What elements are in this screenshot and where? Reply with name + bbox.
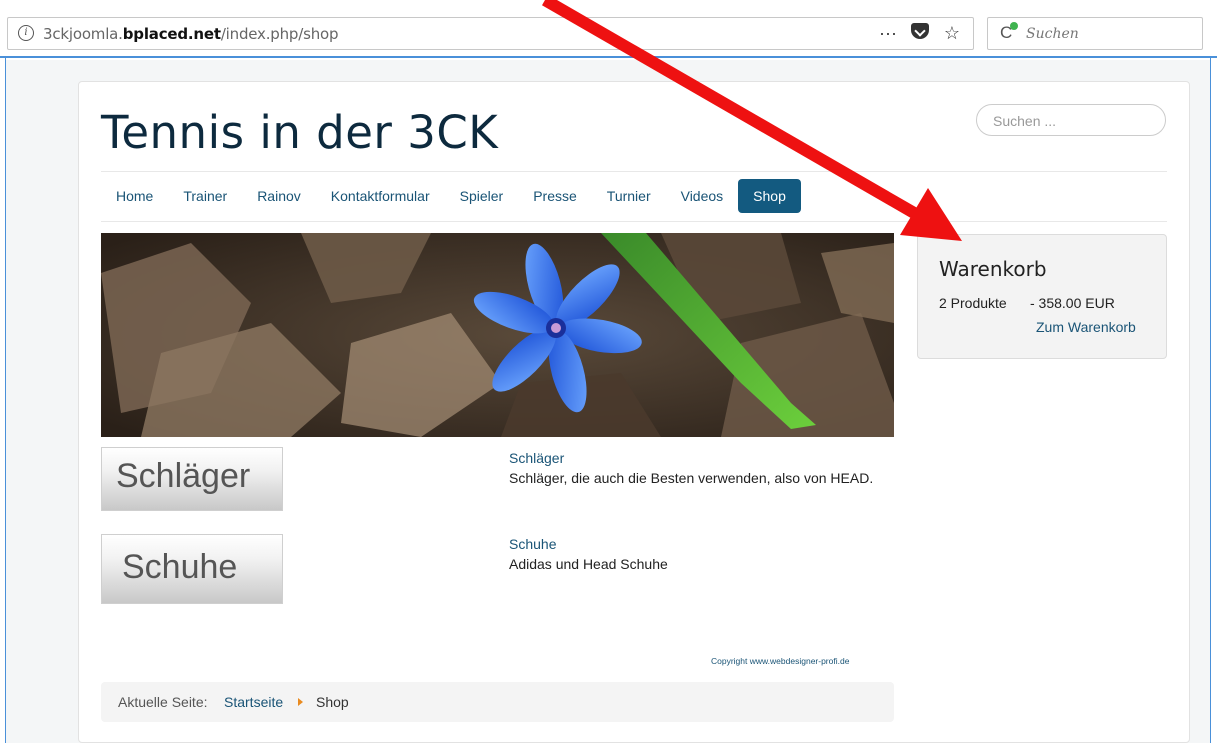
more-actions-icon[interactable]: ··· — [877, 23, 899, 44]
cart-product-count: 2 Produkte — [939, 295, 1007, 311]
view-cart-link[interactable]: Zum Warenkorb — [1036, 319, 1136, 335]
nav-item-trainer[interactable]: Trainer — [168, 179, 242, 213]
nav-item-shop[interactable]: Shop — [738, 179, 801, 213]
pocket-icon[interactable] — [909, 23, 931, 44]
browser-search-placeholder: Suchen — [1026, 26, 1079, 42]
bookmark-star-icon[interactable]: ☆ — [941, 23, 963, 44]
nav-item-turnier[interactable]: Turnier — [592, 179, 666, 213]
url-text[interactable]: 3ckjoomla.bplaced.net/index.php/shop — [43, 25, 338, 43]
browser-toolbar: i 3ckjoomla.bplaced.net/index.php/shop ·… — [0, 0, 1217, 58]
breadcrumb-separator-icon — [298, 698, 303, 706]
header-divider — [101, 171, 1167, 172]
nav-divider — [101, 221, 1167, 222]
category-link-schuhe[interactable]: Schuhe — [509, 536, 556, 552]
breadcrumb-home-link[interactable]: Startseite — [224, 694, 283, 710]
nav-item-videos[interactable]: Videos — [666, 179, 739, 213]
category-link-schlaeger[interactable]: Schläger — [509, 450, 564, 466]
banner-flower-photo — [101, 233, 894, 437]
nav-item-spieler[interactable]: Spieler — [445, 179, 519, 213]
main-nav: Home Trainer Rainov Kontaktformular Spie… — [101, 179, 801, 213]
nav-item-kontaktformular[interactable]: Kontaktformular — [316, 179, 445, 213]
breadcrumb-label: Aktuelle Seite: — [118, 694, 208, 710]
window-border-right — [1210, 58, 1211, 743]
add-search-badge-icon — [1010, 22, 1018, 30]
site-title[interactable]: Tennis in der 3CK — [101, 106, 498, 159]
cart-module: Warenkorb 2 Produkte - 358.00 EUR Zum Wa… — [917, 234, 1167, 359]
cart-total: - 358.00 EUR — [1030, 295, 1115, 311]
category-image-schuhe[interactable]: Schuhe — [101, 534, 283, 604]
nav-item-rainov[interactable]: Rainov — [242, 179, 316, 213]
category-image-text: Schuhe — [122, 548, 238, 586]
site-container: Tennis in der 3CK Suchen ... Home Traine… — [78, 81, 1190, 743]
url-bar[interactable]: i 3ckjoomla.bplaced.net/index.php/shop ·… — [7, 17, 974, 50]
breadcrumb-current: Shop — [316, 694, 349, 710]
site-search-placeholder: Suchen ... — [993, 113, 1057, 129]
breadcrumb: Aktuelle Seite: Startseite Shop — [101, 682, 894, 722]
nav-item-presse[interactable]: Presse — [518, 179, 592, 213]
info-icon[interactable]: i — [18, 25, 34, 41]
category-image-schlaeger[interactable]: Schläger — [101, 447, 283, 511]
browser-search-field[interactable]: C Suchen — [987, 17, 1203, 50]
category-image-text: Schläger — [116, 457, 251, 495]
category-description: Adidas und Head Schuhe — [509, 556, 668, 572]
cart-title: Warenkorb — [939, 257, 1047, 281]
copyright-link[interactable]: Copyright www.webdesigner-profi.de — [711, 656, 849, 666]
banner-image — [101, 233, 894, 437]
site-search-input[interactable]: Suchen ... — [976, 104, 1166, 136]
category-description: Schläger, die auch die Besten verwenden,… — [509, 470, 874, 486]
nav-item-home[interactable]: Home — [101, 179, 168, 213]
